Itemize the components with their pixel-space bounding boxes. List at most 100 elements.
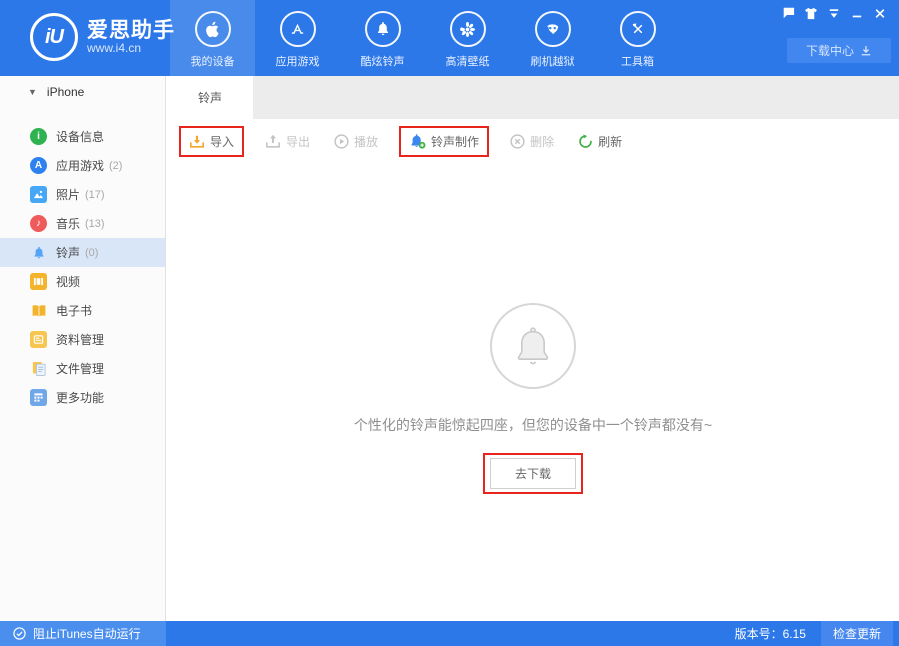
minimize-icon[interactable] xyxy=(850,7,864,19)
check-circle-icon xyxy=(13,627,26,640)
sidebar-item-more-functions[interactable]: 更多功能 xyxy=(0,383,165,412)
ringtone-bell-icon xyxy=(30,244,47,261)
ringtone-make-icon xyxy=(409,133,426,149)
nav-toolbox[interactable]: 工具箱 xyxy=(595,0,680,76)
toolbox-icon xyxy=(620,11,656,47)
caret-down-icon: ▼ xyxy=(28,87,37,97)
empty-bell-icon xyxy=(490,303,576,389)
sidebar-item-device-info[interactable]: i 设备信息 xyxy=(0,122,165,151)
nav-cool-ringtones[interactable]: 酷炫铃声 xyxy=(340,0,425,76)
sidebar-item-file-management[interactable]: 文件管理 xyxy=(0,354,165,383)
empty-message: 个性化的铃声能惊起四座，但您的设备中一个铃声都没有~ xyxy=(167,415,899,435)
sidebar: ▼ iPhone i 设备信息 A 应用游戏 (2) 照片 (17) ♪ 音乐 … xyxy=(0,76,166,621)
nav-flash-jailbreak[interactable]: 刷机越狱 xyxy=(510,0,595,76)
refresh-button[interactable]: 刷新 xyxy=(575,131,625,152)
music-icon: ♪ xyxy=(30,215,47,232)
nav-label: 我的设备 xyxy=(191,53,235,69)
nav-my-devices[interactable]: 我的设备 xyxy=(170,0,255,76)
skin-icon[interactable] xyxy=(804,7,818,19)
app-url: www.i4.cn xyxy=(87,42,175,55)
download-icon xyxy=(860,45,872,57)
sidebar-item-label: 铃声 xyxy=(56,244,80,261)
import-icon xyxy=(189,134,205,149)
check-update-button[interactable]: 检查更新 xyxy=(821,621,893,646)
device-info-icon: i xyxy=(30,128,47,145)
ringtone-toolbar: 导入 导出 播放 铃声制作 删除 刷新 xyxy=(167,119,899,163)
device-selector[interactable]: ▼ iPhone xyxy=(0,76,165,108)
sidebar-item-count: (13) xyxy=(85,218,105,230)
tab-ringtones[interactable]: 铃声 xyxy=(167,76,253,119)
ebook-icon xyxy=(30,302,47,319)
sidebar-item-videos[interactable]: 视频 xyxy=(0,267,165,296)
nav-hd-wallpapers[interactable]: 高清壁纸 xyxy=(425,0,510,76)
sidebar-item-ebooks[interactable]: 电子书 xyxy=(0,296,165,325)
export-button[interactable]: 导出 xyxy=(262,131,313,152)
nav-label: 工具箱 xyxy=(621,53,654,69)
nav-label: 高清壁纸 xyxy=(446,53,490,69)
sidebar-item-music[interactable]: ♪ 音乐 (13) xyxy=(0,209,165,238)
sidebar-item-label: 文件管理 xyxy=(56,360,104,377)
nav-label: 酷炫铃声 xyxy=(361,53,405,69)
menu-icon[interactable] xyxy=(827,7,841,19)
sidebar-item-label: 音乐 xyxy=(56,215,80,232)
ringtone-make-button[interactable]: 铃声制作 xyxy=(406,131,482,152)
play-icon xyxy=(334,134,349,149)
tab-bar: 铃声 xyxy=(167,76,899,119)
play-button[interactable]: 播放 xyxy=(331,131,381,152)
close-icon[interactable] xyxy=(873,7,887,19)
export-icon xyxy=(265,134,281,149)
block-itunes-label: 阻止iTunes自动运行 xyxy=(33,625,141,642)
data-manage-icon xyxy=(30,331,47,348)
sidebar-item-ringtones[interactable]: 铃声 (0) xyxy=(0,238,165,267)
nav-label: 刷机越狱 xyxy=(531,53,575,69)
sidebar-item-label: 设备信息 xyxy=(56,128,104,145)
sidebar-item-label: 照片 xyxy=(56,186,80,203)
sidebar-item-label: 视频 xyxy=(56,273,80,290)
device-name: iPhone xyxy=(47,85,84,99)
sidebar-item-apps-games[interactable]: A 应用游戏 (2) xyxy=(0,151,165,180)
sidebar-item-photos[interactable]: 照片 (17) xyxy=(0,180,165,209)
file-manage-icon xyxy=(30,360,47,377)
sidebar-item-data-management[interactable]: 资料管理 xyxy=(0,325,165,354)
import-button[interactable]: 导入 xyxy=(186,131,237,152)
annotation-box-ringtone-make: 铃声制作 xyxy=(399,126,489,157)
app-header: iU 爱思助手 www.i4.cn 我的设备 应用游戏 酷炫铃声 xyxy=(0,0,899,76)
download-center-label: 下载中心 xyxy=(806,42,854,59)
sidebar-item-count: (2) xyxy=(109,160,122,172)
sidebar-item-label: 应用游戏 xyxy=(56,157,104,174)
main-panel: 铃声 导入 导出 播放 铃声制作 删除 xyxy=(167,76,899,621)
refresh-icon xyxy=(578,134,593,149)
window-controls xyxy=(781,7,887,19)
status-bar: 阻止iTunes自动运行 版本号：6.15 检查更新 xyxy=(0,621,899,646)
feedback-icon[interactable] xyxy=(781,7,795,19)
more-functions-grid-icon xyxy=(30,389,47,406)
sidebar-item-label: 更多功能 xyxy=(56,389,104,406)
video-icon xyxy=(30,273,47,290)
i4-logo-icon: iU xyxy=(30,13,78,61)
annotation-box-import: 导入 xyxy=(179,126,244,157)
delete-button[interactable]: 删除 xyxy=(507,131,557,152)
go-download-button[interactable]: 去下载 xyxy=(490,458,576,489)
sidebar-item-label: 电子书 xyxy=(56,302,92,319)
wallpaper-icon xyxy=(450,11,486,47)
annotation-box-go-download: 去下载 xyxy=(483,453,583,494)
apple-icon xyxy=(195,11,231,47)
nav-apps-games[interactable]: 应用游戏 xyxy=(255,0,340,76)
delete-icon xyxy=(510,134,525,149)
nav-label: 应用游戏 xyxy=(276,53,320,69)
version-label: 版本号：6.15 xyxy=(735,625,806,642)
tab-label: 铃声 xyxy=(198,89,222,106)
photos-icon xyxy=(30,186,47,203)
download-center-button[interactable]: 下载中心 xyxy=(787,38,891,63)
empty-state: 个性化的铃声能惊起四座，但您的设备中一个铃声都没有~ 去下载 xyxy=(167,303,899,494)
apps-games-icon: A xyxy=(30,157,47,174)
sidebar-item-count: (0) xyxy=(85,247,98,259)
sidebar-list: i 设备信息 A 应用游戏 (2) 照片 (17) ♪ 音乐 (13) 铃声 xyxy=(0,122,165,412)
jailbreak-mask-icon xyxy=(535,11,571,47)
sidebar-item-count: (17) xyxy=(85,189,105,201)
block-itunes-toggle[interactable]: 阻止iTunes自动运行 xyxy=(0,621,166,646)
main-nav: 我的设备 应用游戏 酷炫铃声 高清壁纸 刷机越狱 xyxy=(170,0,680,76)
app-logo: iU 爱思助手 www.i4.cn xyxy=(30,13,175,61)
app-title: 爱思助手 xyxy=(87,19,175,42)
appstore-icon xyxy=(280,11,316,47)
